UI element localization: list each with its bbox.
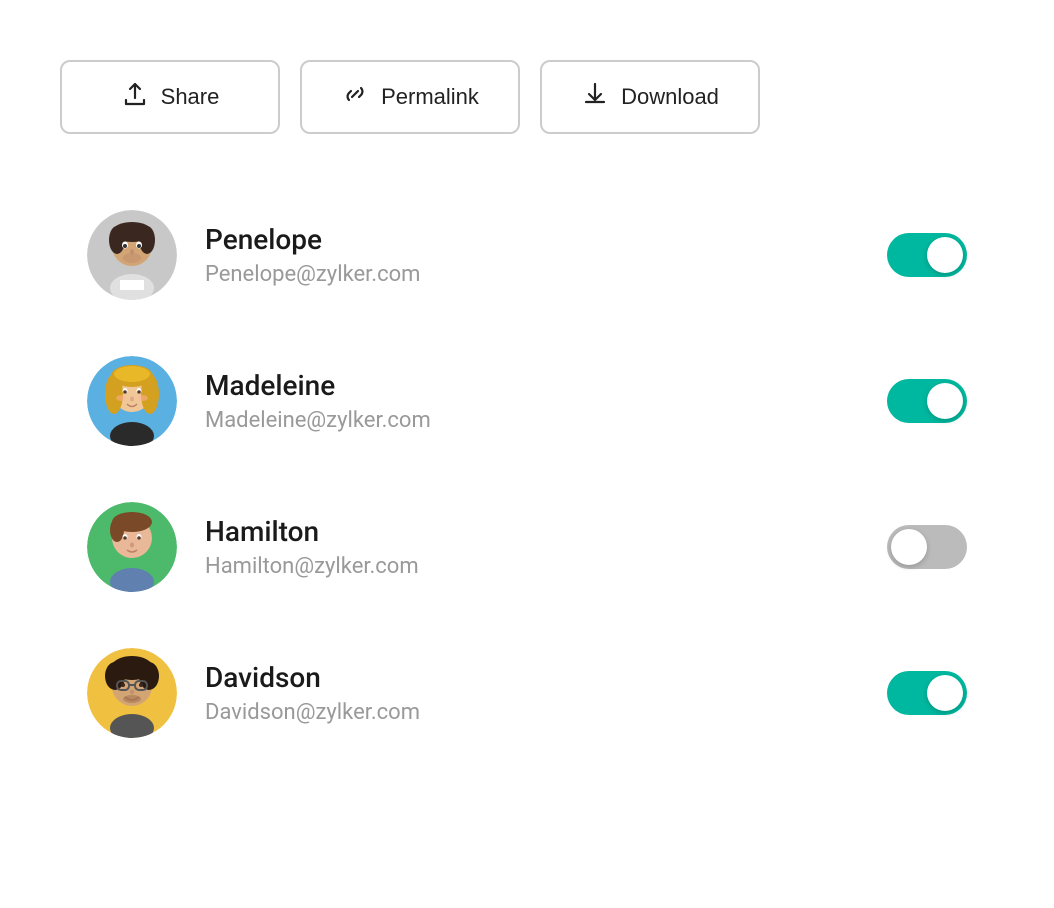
avatar-madeleine xyxy=(87,356,177,446)
download-button[interactable]: Download xyxy=(540,60,760,134)
toggle-container-penelope[interactable] xyxy=(887,233,967,277)
toggle-hamilton[interactable] xyxy=(887,525,967,569)
user-row: Davidson Davidson@zylker.com xyxy=(47,620,1007,766)
toggle-penelope[interactable] xyxy=(887,233,967,277)
download-label: Download xyxy=(621,84,719,110)
user-name-davidson: Davidson xyxy=(205,661,859,694)
toggle-container-davidson[interactable] xyxy=(887,671,967,715)
user-name-madeleine: Madeleine xyxy=(205,369,859,402)
user-email-davidson: Davidson@zylker.com xyxy=(205,700,859,725)
user-info-hamilton: Hamilton Hamilton@zylker.com xyxy=(205,515,859,579)
permalink-label: Permalink xyxy=(381,84,479,110)
share-label: Share xyxy=(161,84,220,110)
user-email-penelope: Penelope@zylker.com xyxy=(205,262,859,287)
toggle-container-hamilton[interactable] xyxy=(887,525,967,569)
avatar-hamilton xyxy=(87,502,177,592)
user-list: Penelope Penelope@zylker.com xyxy=(47,182,1007,766)
toolbar: Share Permalink Download xyxy=(60,60,760,134)
user-row: Hamilton Hamilton@zylker.com xyxy=(47,474,1007,620)
permalink-icon xyxy=(341,80,369,114)
user-email-madeleine: Madeleine@zylker.com xyxy=(205,408,859,433)
toggle-container-madeleine[interactable] xyxy=(887,379,967,423)
share-button[interactable]: Share xyxy=(60,60,280,134)
permalink-button[interactable]: Permalink xyxy=(300,60,520,134)
download-icon xyxy=(581,80,609,114)
user-row: Penelope Penelope@zylker.com xyxy=(47,182,1007,328)
toggle-madeleine[interactable] xyxy=(887,379,967,423)
avatar-penelope xyxy=(87,210,177,300)
user-info-davidson: Davidson Davidson@zylker.com xyxy=(205,661,859,725)
user-name-penelope: Penelope xyxy=(205,223,859,256)
user-name-hamilton: Hamilton xyxy=(205,515,859,548)
user-info-penelope: Penelope Penelope@zylker.com xyxy=(205,223,859,287)
share-icon xyxy=(121,80,149,114)
user-info-madeleine: Madeleine Madeleine@zylker.com xyxy=(205,369,859,433)
user-row: Madeleine Madeleine@zylker.com xyxy=(47,328,1007,474)
user-email-hamilton: Hamilton@zylker.com xyxy=(205,554,859,579)
toggle-davidson[interactable] xyxy=(887,671,967,715)
avatar-davidson xyxy=(87,648,177,738)
